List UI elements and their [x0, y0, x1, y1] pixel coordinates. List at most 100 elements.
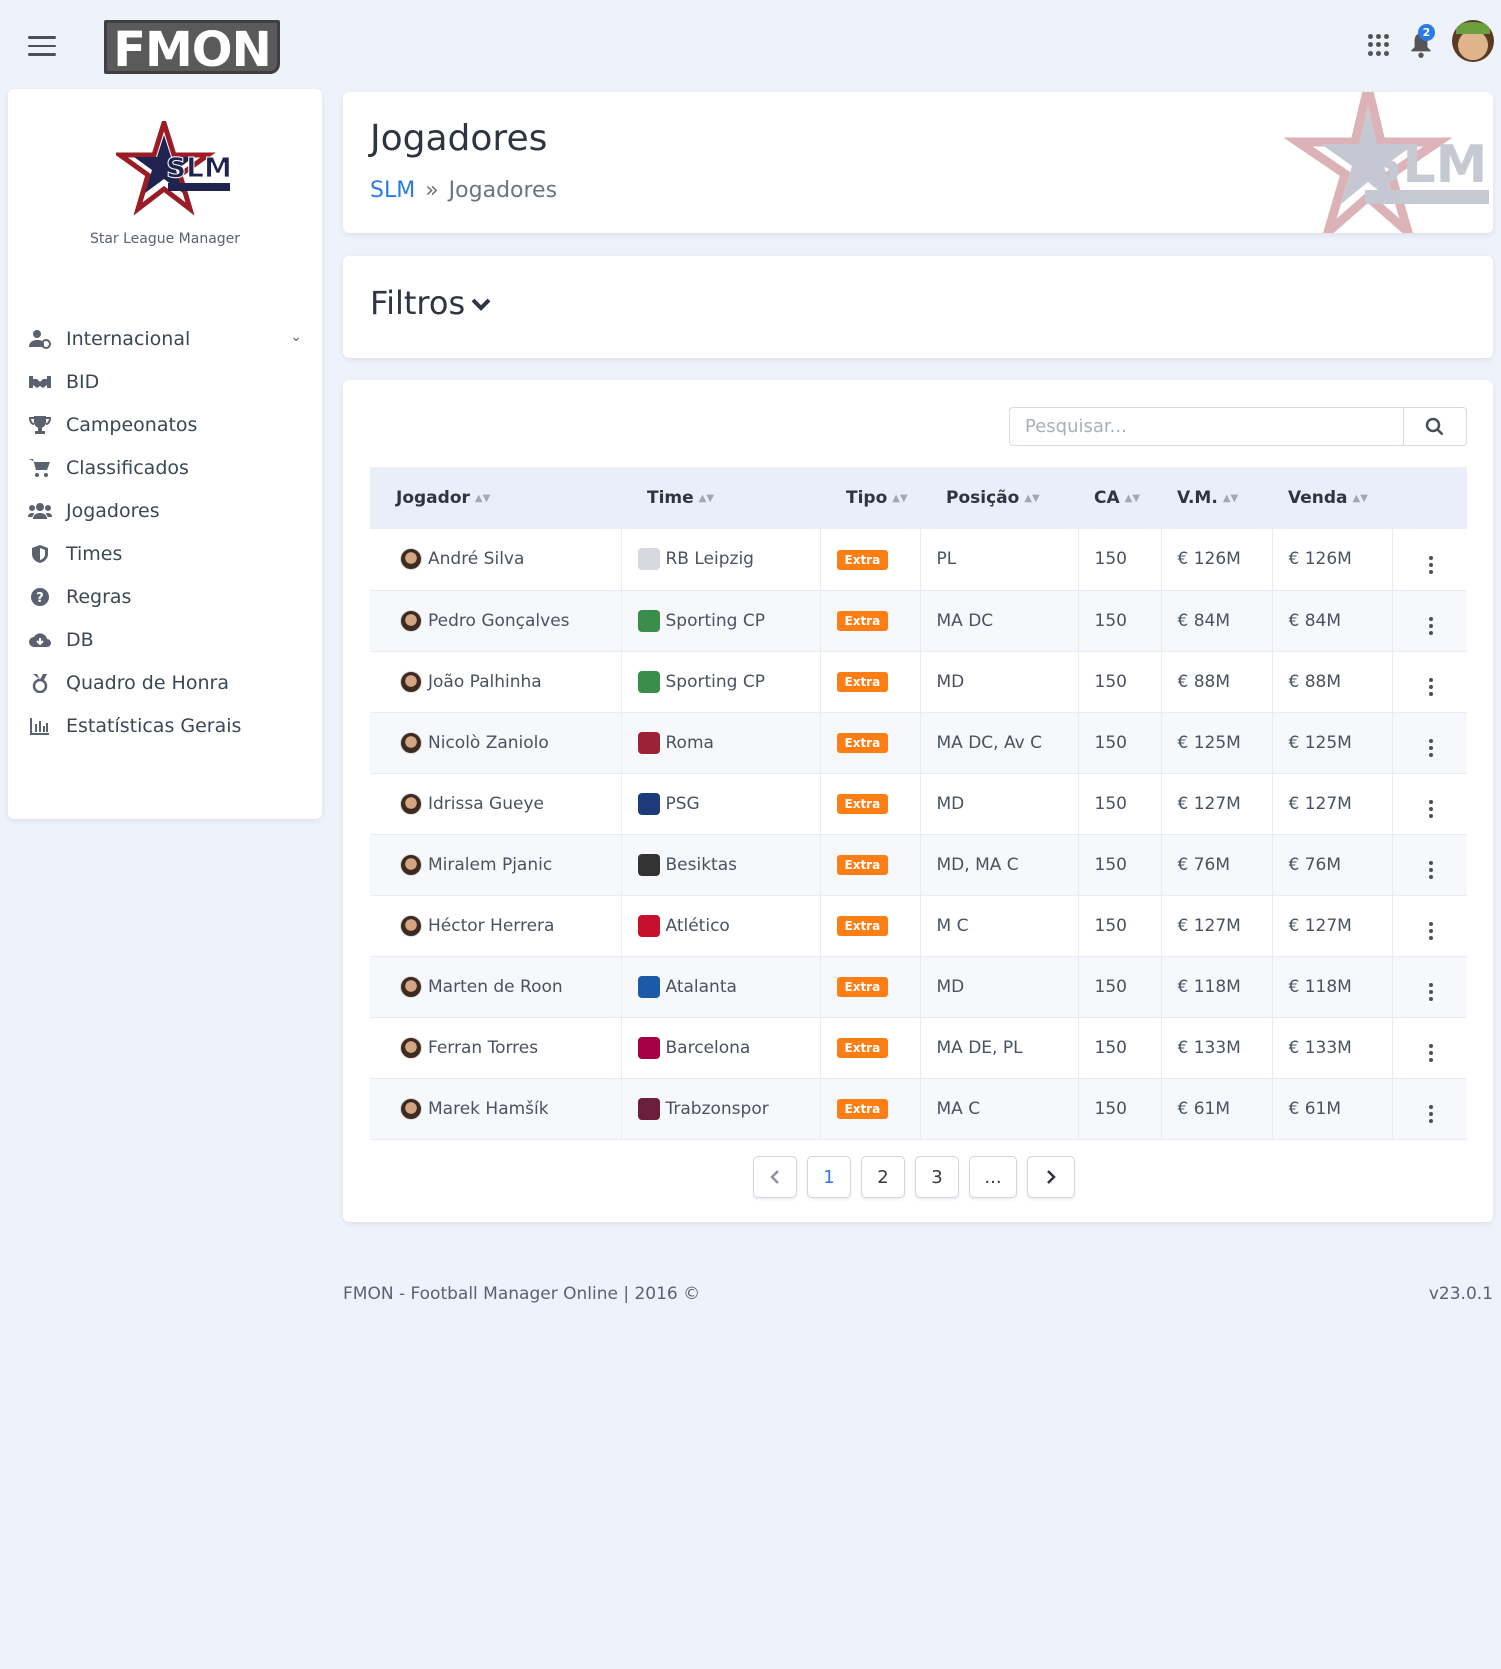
- question-circle-icon: ?: [28, 586, 52, 608]
- sale-price-cell: € 125M: [1272, 712, 1393, 774]
- table-row[interactable]: Pedro Gonçalves Sporting CP Extra MA DC 150 €…: [370, 590, 1467, 652]
- sidebar-item-bid[interactable]: BID: [8, 360, 322, 403]
- user-avatar[interactable]: [1452, 20, 1494, 62]
- table-row[interactable]: Marek Hamšík Trabzonspor Extra MA C 150 € 61M…: [370, 1078, 1467, 1140]
- player-cell[interactable]: Nicolò Zaniolo: [370, 712, 622, 774]
- more-options-icon[interactable]: [1428, 555, 1433, 574]
- player-cell[interactable]: Marten de Roon: [370, 956, 622, 1018]
- player-cell[interactable]: Marek Hamšík: [370, 1078, 622, 1140]
- sidebar-item-quadro-de-honra[interactable]: Quadro de Honra: [8, 661, 322, 704]
- team-cell[interactable]: Atlético: [621, 895, 821, 957]
- ca-cell: 150: [1078, 1078, 1162, 1140]
- filters-toggle[interactable]: Filtros: [370, 284, 491, 322]
- menu-toggle-icon[interactable]: [28, 36, 56, 56]
- team-cell[interactable]: RB Leipzig: [621, 529, 821, 591]
- table-row[interactable]: Nicolò Zaniolo Roma Extra MA DC, Av C 150 € 1…: [370, 712, 1467, 774]
- sidebar-item-campeonatos[interactable]: Campeonatos: [8, 403, 322, 446]
- more-options-icon[interactable]: [1428, 1044, 1433, 1062]
- type-badge: Extra: [836, 672, 889, 692]
- more-options-icon[interactable]: [1428, 678, 1433, 696]
- sidebar-item-estatisticas-gerais[interactable]: Estatísticas Gerais: [8, 704, 322, 747]
- player-cell[interactable]: Ferran Torres: [370, 1017, 622, 1079]
- column-header-vm[interactable]: V.M. ▲▼: [1161, 467, 1272, 529]
- svg-text:?: ?: [36, 591, 44, 606]
- table-row[interactable]: Marten de Roon Atalanta Extra MD 150 € 118M € …: [370, 956, 1467, 1018]
- player-cell[interactable]: Héctor Herrera: [370, 895, 622, 957]
- market-value-cell: € 118M: [1161, 956, 1273, 1018]
- player-cell[interactable]: João Palhinha: [370, 651, 622, 713]
- sidebar-item-times[interactable]: Times: [8, 532, 322, 575]
- sale-price-cell: € 84M: [1272, 590, 1393, 652]
- column-header-tipo[interactable]: Tipo ▲▼: [820, 467, 920, 529]
- column-header-posicao[interactable]: Posição ▲▼: [920, 467, 1078, 529]
- player-photo: [400, 1097, 422, 1120]
- player-cell[interactable]: Miralem Pjanic: [370, 834, 622, 896]
- team-cell[interactable]: PSG: [621, 773, 821, 835]
- page-button-1[interactable]: 1: [807, 1156, 851, 1198]
- filters-panel: Filtros: [343, 256, 1493, 358]
- sidebar-item-label: Quadro de Honra: [66, 671, 229, 694]
- table-row[interactable]: Ferran Torres Barcelona Extra MA DE, PL 150 €…: [370, 1017, 1467, 1079]
- sidebar-item-label: Classificados: [66, 456, 189, 479]
- player-cell[interactable]: André Silva: [370, 529, 622, 591]
- chevron-left-icon: [770, 1170, 779, 1184]
- position-cell: MA DC: [920, 590, 1079, 652]
- more-options-icon[interactable]: [1428, 739, 1433, 757]
- page-button-ellipsis[interactable]: ...: [969, 1156, 1017, 1198]
- table-row[interactable]: João Palhinha Sporting CP Extra MD 150 € 88M €…: [370, 651, 1467, 713]
- market-value-cell: € 125M: [1161, 712, 1273, 774]
- breadcrumb-root-link[interactable]: SLM: [370, 178, 415, 203]
- player-cell[interactable]: Pedro Gonçalves: [370, 590, 622, 652]
- market-value-cell: € 76M: [1161, 834, 1273, 896]
- apps-grid-icon[interactable]: [1368, 34, 1390, 56]
- more-options-icon[interactable]: [1428, 922, 1433, 940]
- team-cell[interactable]: Sporting CP: [621, 590, 821, 652]
- more-options-icon[interactable]: [1428, 861, 1433, 879]
- actions-cell: [1392, 834, 1467, 896]
- trophy-icon: [28, 414, 52, 436]
- sort-icon: ▲▼: [1124, 492, 1141, 504]
- team-cell[interactable]: Roma: [621, 712, 821, 774]
- table-row[interactable]: André Silva RB Leipzig Extra PL 150 € 126M € 1…: [370, 529, 1467, 591]
- team-cell[interactable]: Barcelona: [621, 1017, 821, 1079]
- type-cell: Extra: [820, 590, 921, 652]
- table-row[interactable]: Héctor Herrera Atlético Extra M C 150 € 127M €…: [370, 895, 1467, 957]
- search-box: [1009, 407, 1467, 446]
- column-header-jogador[interactable]: Jogador ▲▼: [370, 467, 621, 529]
- team-cell[interactable]: Sporting CP: [621, 651, 821, 713]
- sidebar-item-internacional[interactable]: Internacional ⌄: [8, 317, 322, 360]
- team-cell[interactable]: Trabzonspor: [621, 1078, 821, 1140]
- sidebar-item-classificados[interactable]: Classificados: [8, 446, 322, 489]
- sidebar-item-db[interactable]: DB: [8, 618, 322, 661]
- type-badge: Extra: [836, 794, 889, 814]
- player-cell[interactable]: Idrissa Gueye: [370, 773, 622, 835]
- team-crest-icon: [637, 1036, 660, 1059]
- prev-page-button[interactable]: [753, 1156, 797, 1198]
- column-header-time[interactable]: Time ▲▼: [621, 467, 820, 529]
- sidebar-item-label: DB: [66, 628, 94, 651]
- ca-cell: 150: [1078, 834, 1162, 896]
- page-button-3[interactable]: 3: [915, 1156, 959, 1198]
- more-options-icon[interactable]: [1428, 800, 1433, 818]
- search-input[interactable]: [1010, 408, 1404, 445]
- next-page-button[interactable]: [1027, 1156, 1075, 1198]
- table-row[interactable]: Idrissa Gueye PSG Extra MD 150 € 127M € 127M: [370, 773, 1467, 835]
- column-header-venda[interactable]: Venda ▲▼: [1272, 467, 1392, 529]
- table-row[interactable]: Miralem Pjanic Besiktas Extra MD, MA C 150 € …: [370, 834, 1467, 896]
- column-header-ca[interactable]: CA ▲▼: [1078, 467, 1161, 529]
- team-cell[interactable]: Atalanta: [621, 956, 821, 1018]
- sidebar-item-jogadores[interactable]: Jogadores: [8, 489, 322, 532]
- player-photo: [400, 853, 422, 876]
- sidebar-item-regras[interactable]: ? Regras: [8, 575, 322, 618]
- slm-watermark-logo: SLM: [1283, 92, 1489, 233]
- player-photo: [400, 548, 422, 571]
- search-button[interactable]: [1404, 408, 1466, 445]
- fmon-logo[interactable]: FMON: [104, 20, 280, 77]
- page-button-2[interactable]: 2: [861, 1156, 905, 1198]
- type-badge: Extra: [836, 733, 889, 753]
- more-options-icon[interactable]: [1428, 617, 1433, 635]
- team-cell[interactable]: Besiktas: [621, 834, 821, 896]
- more-options-icon[interactable]: [1428, 1105, 1433, 1123]
- more-options-icon[interactable]: [1428, 983, 1433, 1001]
- team-crest-icon: [637, 670, 660, 693]
